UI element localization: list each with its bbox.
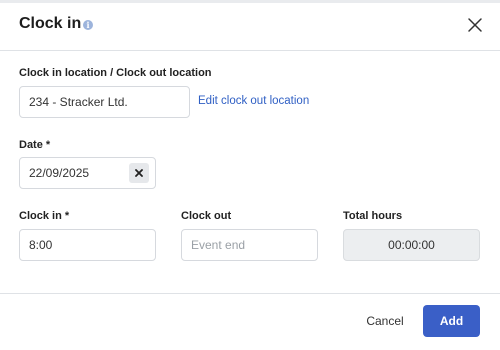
- add-button[interactable]: Add: [423, 305, 480, 337]
- edit-clock-out-location-link[interactable]: Edit clock out location: [198, 95, 309, 107]
- clock-in-input[interactable]: 8:00: [19, 229, 156, 261]
- clock-in-label: Clock in *: [19, 210, 70, 222]
- date-label: Date *: [19, 139, 51, 151]
- close-button[interactable]: [464, 14, 486, 36]
- clock-out-input[interactable]: Event end: [181, 229, 318, 261]
- date-clear-button[interactable]: [129, 163, 149, 183]
- total-hours-label: Total hours: [343, 210, 403, 222]
- clock-out-label: Clock out: [181, 210, 232, 222]
- header-divider: [0, 50, 500, 51]
- cancel-button[interactable]: Cancel: [358, 306, 412, 336]
- location-label: Clock in location / Clock out location: [19, 67, 212, 79]
- clear-icon: [135, 169, 143, 177]
- close-icon: [468, 18, 482, 32]
- clock-in-dialog: Clock in i Clock in location / Clock out…: [0, 0, 500, 350]
- total-hours-field: 00:00:00: [343, 229, 480, 261]
- footer-divider: [0, 293, 500, 294]
- info-icon[interactable]: i: [83, 20, 93, 30]
- dialog-title: Clock in: [19, 15, 82, 32]
- location-input[interactable]: 234 - Stracker Ltd.: [19, 86, 190, 118]
- dialog-header: Clock in i: [0, 0, 500, 50]
